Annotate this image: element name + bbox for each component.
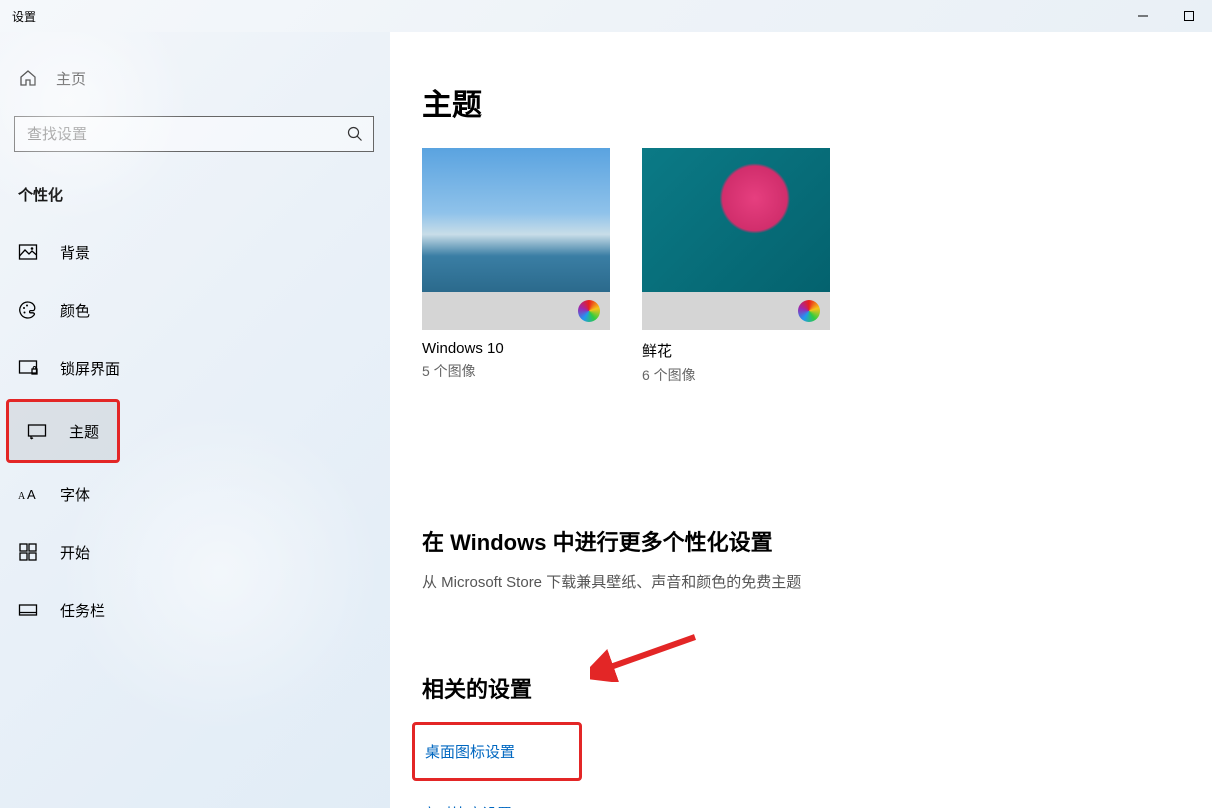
lockscreen-icon bbox=[18, 358, 38, 378]
sidebar-home-label: 主页 bbox=[56, 68, 86, 89]
theme-subtitle: 6 个图像 bbox=[642, 365, 830, 385]
sidebar: 主页 个性化 背景 bbox=[0, 32, 390, 808]
sidebar-item-label: 背景 bbox=[60, 242, 90, 263]
maximize-button[interactable] bbox=[1166, 0, 1212, 32]
sidebar-item-lockscreen[interactable]: 锁屏界面 bbox=[0, 339, 390, 397]
sidebar-item-label: 任务栏 bbox=[60, 600, 105, 621]
minimize-button[interactable] bbox=[1120, 0, 1166, 32]
sidebar-item-background[interactable]: 背景 bbox=[0, 223, 390, 281]
theme-card-win10[interactable]: Windows 10 5 个图像 bbox=[422, 148, 610, 385]
theme-footer bbox=[642, 292, 830, 330]
start-icon bbox=[18, 542, 38, 562]
search-box[interactable] bbox=[14, 116, 374, 152]
theme-card-flowers[interactable]: 鲜花 6 个图像 bbox=[642, 148, 830, 385]
svg-text:A: A bbox=[27, 487, 36, 502]
theme-thumbnail bbox=[422, 148, 610, 292]
sidebar-item-fonts[interactable]: AA 字体 bbox=[0, 465, 390, 523]
related-settings-header: 相关的设置 bbox=[422, 672, 1180, 704]
minimize-icon bbox=[1138, 11, 1148, 21]
sidebar-item-label: 颜色 bbox=[60, 300, 90, 321]
link-row: 桌面图标设置 bbox=[422, 722, 1180, 781]
window-controls bbox=[1120, 0, 1212, 32]
theme-name: Windows 10 bbox=[422, 340, 610, 357]
annotation-highlight-themes: 主题 bbox=[6, 399, 120, 463]
sidebar-item-label: 字体 bbox=[60, 484, 90, 505]
annotation-highlight-desktop-icons: 桌面图标设置 bbox=[412, 722, 582, 781]
palette-icon bbox=[18, 300, 38, 320]
theme-thumbnail bbox=[642, 148, 830, 292]
sidebar-item-colors[interactable]: 颜色 bbox=[0, 281, 390, 339]
theme-name: 鲜花 bbox=[642, 340, 830, 361]
search-input[interactable] bbox=[27, 126, 347, 143]
theme-subtitle: 5 个图像 bbox=[422, 361, 610, 381]
sidebar-item-label: 主题 bbox=[69, 421, 99, 442]
sidebar-home[interactable]: 主页 bbox=[0, 54, 390, 102]
content-area: 主题 Windows 10 5 个图像 鲜花 6 个图像 bbox=[390, 32, 1212, 808]
titlebar: 设置 bbox=[0, 0, 1212, 32]
more-personalization-header: 在 Windows 中进行更多个性化设置 bbox=[422, 525, 1180, 557]
desktop-icons-link[interactable]: 桌面图标设置 bbox=[425, 744, 515, 761]
search-wrap bbox=[14, 116, 372, 152]
color-wheel-icon bbox=[578, 300, 600, 322]
taskbar-icon bbox=[18, 600, 38, 620]
sidebar-item-start[interactable]: 开始 bbox=[0, 523, 390, 581]
sidebar-item-themes[interactable]: 主题 bbox=[9, 402, 117, 460]
body: 主页 个性化 背景 bbox=[0, 32, 1212, 808]
svg-text:A: A bbox=[18, 491, 26, 502]
page-title: 主题 bbox=[422, 80, 1180, 124]
color-wheel-icon bbox=[798, 300, 820, 322]
sidebar-item-label: 锁屏界面 bbox=[60, 358, 120, 379]
search-icon bbox=[347, 126, 363, 142]
theme-footer bbox=[422, 292, 610, 330]
themes-row: Windows 10 5 个图像 鲜花 6 个图像 bbox=[422, 148, 1180, 385]
home-icon bbox=[18, 68, 38, 88]
window-title: 设置 bbox=[12, 8, 36, 25]
theme-icon bbox=[27, 421, 47, 441]
font-icon: AA bbox=[18, 484, 38, 504]
maximize-icon bbox=[1184, 11, 1194, 21]
more-personalization-desc: 从 Microsoft Store 下载兼具壁纸、声音和颜色的免费主题 bbox=[422, 571, 1180, 592]
sidebar-item-taskbar[interactable]: 任务栏 bbox=[0, 581, 390, 639]
sidebar-category: 个性化 bbox=[18, 184, 390, 205]
sidebar-item-label: 开始 bbox=[60, 542, 90, 563]
link-row: 高对比度设置 bbox=[422, 803, 1180, 808]
picture-icon bbox=[18, 242, 38, 262]
settings-window: 设置 主页 bbox=[0, 0, 1212, 808]
